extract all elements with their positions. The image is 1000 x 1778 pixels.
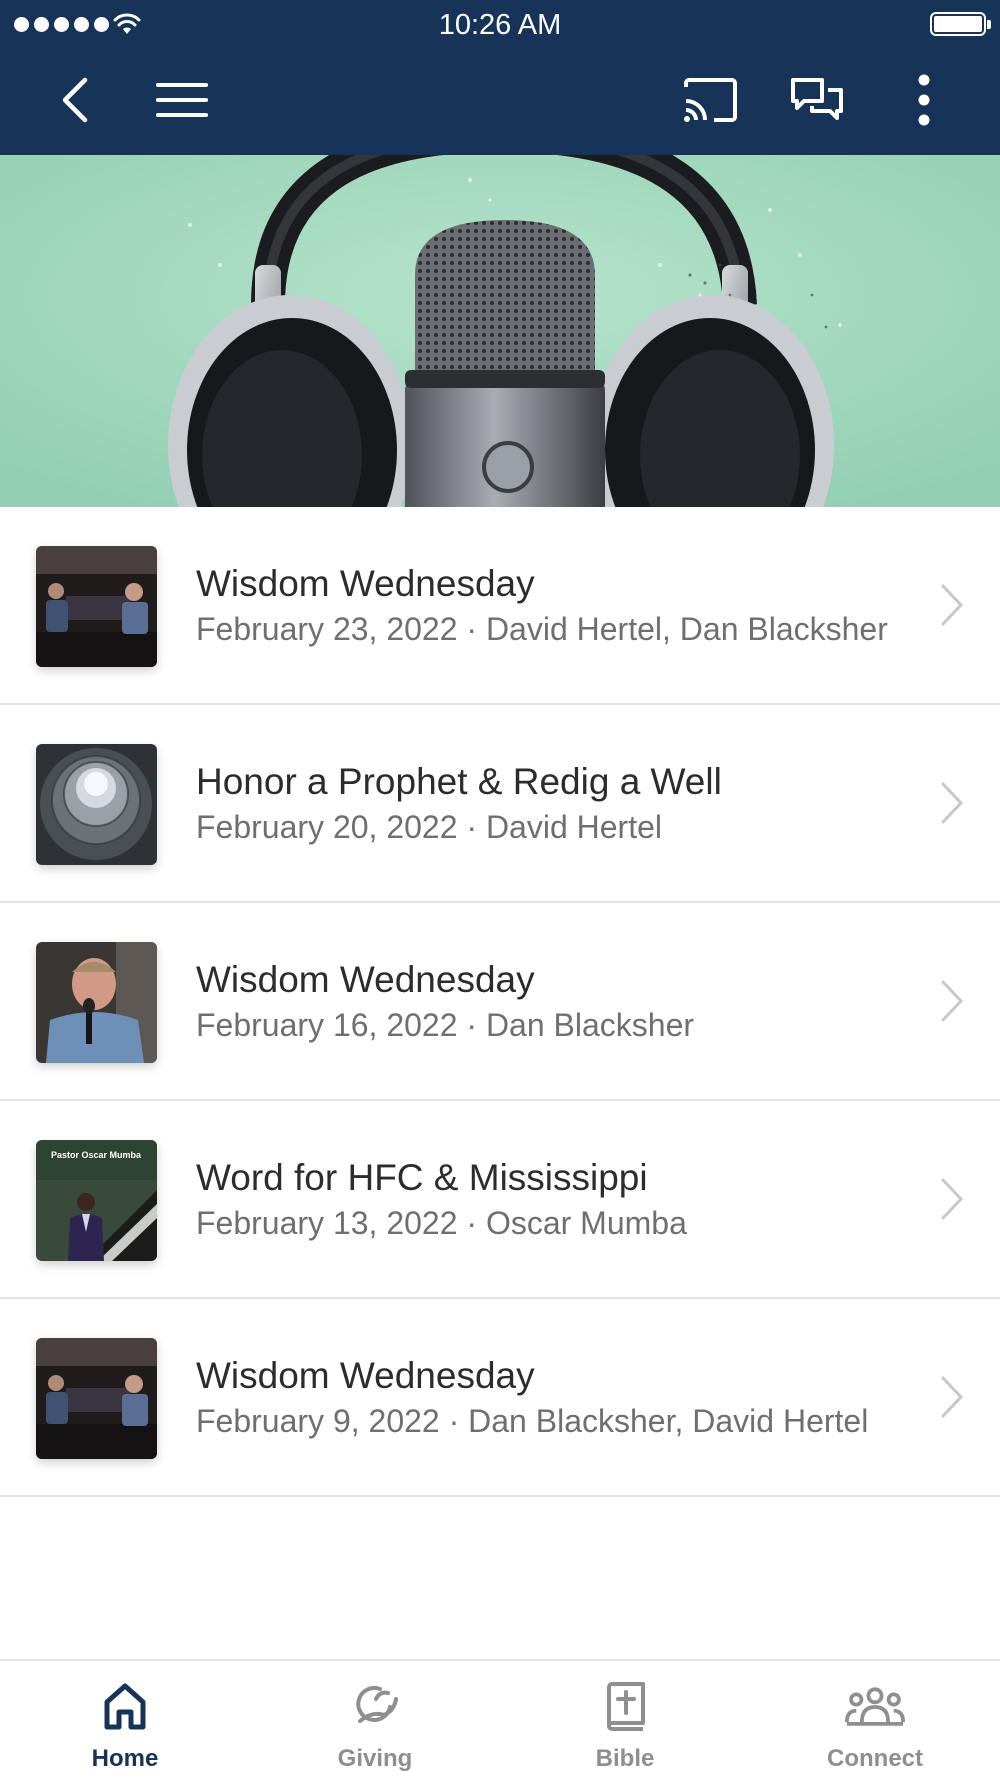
- home-icon: [95, 1677, 155, 1737]
- tab-giving[interactable]: Giving: [250, 1661, 500, 1778]
- sermon-thumbnail: [36, 744, 157, 865]
- list-item[interactable]: Wisdom Wednesday February 23, 2022 · Dav…: [0, 507, 1000, 705]
- sermon-info: Wisdom Wednesday February 9, 2022 · Dan …: [196, 1299, 896, 1495]
- back-button[interactable]: [42, 68, 106, 132]
- sermon-title: Wisdom Wednesday: [196, 1355, 535, 1396]
- sermon-date-speakers: February 9, 2022 · Dan Blacksher, David …: [196, 1403, 869, 1439]
- chevron-right-icon: [941, 782, 964, 824]
- back-chevron-icon: [62, 77, 88, 123]
- app-screen: 10:26 AM Wisdom Wednesday February 23, 2…: [0, 0, 1000, 1778]
- sermon-info: Honor a Prophet & Redig a Well February …: [196, 705, 896, 901]
- top-bar: 10:26 AM: [0, 0, 1000, 155]
- sermon-thumbnail: [36, 546, 157, 667]
- status-time: 10:26 AM: [438, 9, 562, 41]
- sermon-date-speakers: February 23, 2022 · David Hertel, Dan Bl…: [196, 611, 888, 647]
- list-item[interactable]: Wisdom Wednesday February 9, 2022 · Dan …: [0, 1299, 1000, 1497]
- hero-podcast-image: [0, 155, 1000, 507]
- bottom-tab-bar: Home Giving Bible Connect: [0, 1659, 1000, 1778]
- sermon-thumbnail: [36, 942, 157, 1063]
- chevron-right-icon: [941, 584, 964, 626]
- bible-icon: [595, 1677, 655, 1737]
- sermon-title: Wisdom Wednesday: [196, 563, 535, 604]
- more-vertical-icon: [918, 74, 930, 126]
- giving-icon: [345, 1677, 405, 1737]
- hamburger-menu-icon: [156, 83, 208, 117]
- people-icon: [845, 1677, 905, 1737]
- tab-label: Bible: [595, 1745, 655, 1772]
- tab-home[interactable]: Home: [0, 1661, 250, 1778]
- list-item[interactable]: Wisdom Wednesday February 16, 2022 · Dan…: [0, 903, 1000, 1101]
- sermon-info: Wisdom Wednesday February 23, 2022 · Dav…: [196, 507, 896, 703]
- sermon-date-speakers: February 13, 2022 · Oscar Mumba: [196, 1205, 687, 1241]
- chat-button[interactable]: [785, 68, 849, 132]
- thumb-caption: Pastor Oscar Mumba: [51, 1150, 142, 1160]
- sermon-title: Word for HFC & Mississippi: [196, 1157, 648, 1198]
- tab-label: Connect: [827, 1745, 923, 1772]
- chevron-right-icon: [941, 1178, 964, 1220]
- chevron-right-icon: [941, 1376, 964, 1418]
- menu-button[interactable]: [150, 68, 214, 132]
- sermon-thumbnail: [36, 1338, 157, 1459]
- cast-button[interactable]: [678, 68, 742, 132]
- chat-icon: [791, 78, 843, 120]
- cast-icon: [684, 78, 737, 122]
- sermon-date-speakers: February 20, 2022 · David Hertel: [196, 809, 662, 845]
- sermon-title: Honor a Prophet & Redig a Well: [196, 761, 722, 802]
- tab-bible[interactable]: Bible: [500, 1661, 750, 1778]
- status-bar: 10:26 AM: [0, 0, 1000, 50]
- chevron-right-icon: [941, 980, 964, 1022]
- list-item[interactable]: Honor a Prophet & Redig a Well February …: [0, 705, 1000, 903]
- sermon-info: Word for HFC & Mississippi February 13, …: [196, 1101, 896, 1297]
- tab-label: Home: [91, 1745, 159, 1772]
- sermon-list: Wisdom Wednesday February 23, 2022 · Dav…: [0, 507, 1000, 1497]
- more-options-button[interactable]: [892, 68, 956, 132]
- tab-connect[interactable]: Connect: [750, 1661, 1000, 1778]
- tab-label: Giving: [337, 1745, 413, 1772]
- sermon-title: Wisdom Wednesday: [196, 959, 535, 1000]
- battery-icon: [930, 12, 991, 36]
- list-item[interactable]: Pastor Oscar Mumba Word for HFC & Missis…: [0, 1101, 1000, 1299]
- sermon-thumbnail: Pastor Oscar Mumba: [36, 1140, 157, 1261]
- sermon-date-speakers: February 16, 2022 · Dan Blacksher: [196, 1007, 695, 1043]
- sermon-info: Wisdom Wednesday February 16, 2022 · Dan…: [196, 903, 896, 1099]
